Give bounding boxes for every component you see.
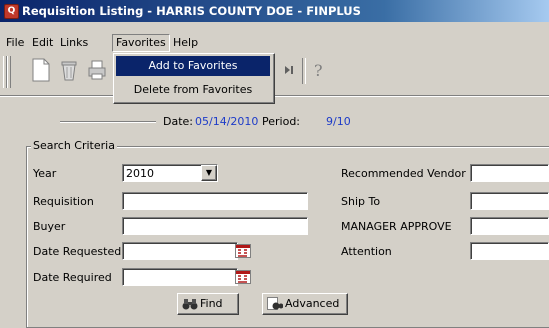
calendar-icon[interactable]	[235, 270, 251, 284]
advanced-button[interactable]: Advanced	[262, 293, 348, 315]
manager-approve-label: MANAGER APPROVE	[341, 220, 452, 233]
menu-links[interactable]: Links	[57, 35, 91, 51]
menu-file[interactable]: File	[3, 35, 27, 51]
help-question-icon[interactable]: ?	[308, 57, 332, 83]
date-requested-input[interactable]	[122, 242, 238, 260]
attention-label: Attention	[341, 245, 392, 258]
favorites-dropdown-menu: Add to Favorites Delete from Favorites	[113, 53, 275, 104]
find-button[interactable]: Find	[177, 293, 239, 315]
menu-favorites[interactable]: Favorites	[112, 34, 170, 52]
menu-item-add-to-favorites[interactable]: Add to Favorites	[116, 56, 270, 76]
title-bar[interactable]: Q Requisition Listing - HARRIS COUNTY DO…	[0, 0, 549, 22]
svg-text:?: ?	[314, 61, 323, 80]
advanced-search-icon	[267, 297, 284, 311]
buyer-input[interactable]	[122, 217, 308, 235]
menu-help[interactable]: Help	[170, 35, 201, 51]
date-required-label: Date Required	[33, 271, 112, 284]
requisition-label: Requisition	[33, 195, 94, 208]
calendar-icon[interactable]	[235, 244, 251, 258]
recommended-vendor-label: Recommended Vendor	[341, 167, 466, 180]
finplus-app-icon[interactable]: Q	[4, 4, 19, 19]
date-value: 05/14/2010	[195, 115, 259, 128]
search-criteria-title: Search Criteria	[31, 139, 117, 152]
date-required-input[interactable]	[122, 268, 238, 286]
menu-edit[interactable]: Edit	[29, 35, 56, 51]
binoculars-icon	[182, 297, 198, 311]
toolbar-grip-2[interactable]	[7, 56, 11, 88]
toolbar-separator-2	[302, 58, 306, 84]
window-title: Requisition Listing - HARRIS COUNTY DOE …	[22, 4, 361, 18]
period-value: 9/10	[326, 115, 351, 128]
date-label: Date:	[163, 115, 193, 128]
attention-input[interactable]	[470, 242, 549, 260]
chevron-down-icon[interactable]: ▼	[201, 165, 217, 181]
info-divider	[60, 121, 156, 123]
buyer-label: Buyer	[33, 220, 66, 233]
menu-item-delete-from-favorites[interactable]: Delete from Favorites	[116, 80, 270, 100]
recommended-vendor-input[interactable]	[470, 164, 549, 182]
last-record-icon[interactable]	[278, 57, 302, 83]
year-label: Year	[33, 167, 57, 180]
print-icon[interactable]	[86, 57, 110, 83]
ship-to-label: Ship To	[341, 195, 381, 208]
menu-bar: File Edit Links Favorites Help	[0, 33, 549, 53]
trash-icon[interactable]	[58, 57, 82, 83]
new-document-icon[interactable]	[30, 57, 54, 83]
date-requested-label: Date Requested	[33, 245, 122, 258]
requisition-input[interactable]	[122, 192, 308, 210]
period-label: Period:	[262, 115, 301, 128]
find-button-label: Find	[200, 297, 223, 310]
ship-to-input[interactable]	[470, 192, 549, 210]
advanced-button-label: Advanced	[285, 297, 340, 310]
manager-approve-input[interactable]	[470, 217, 549, 235]
